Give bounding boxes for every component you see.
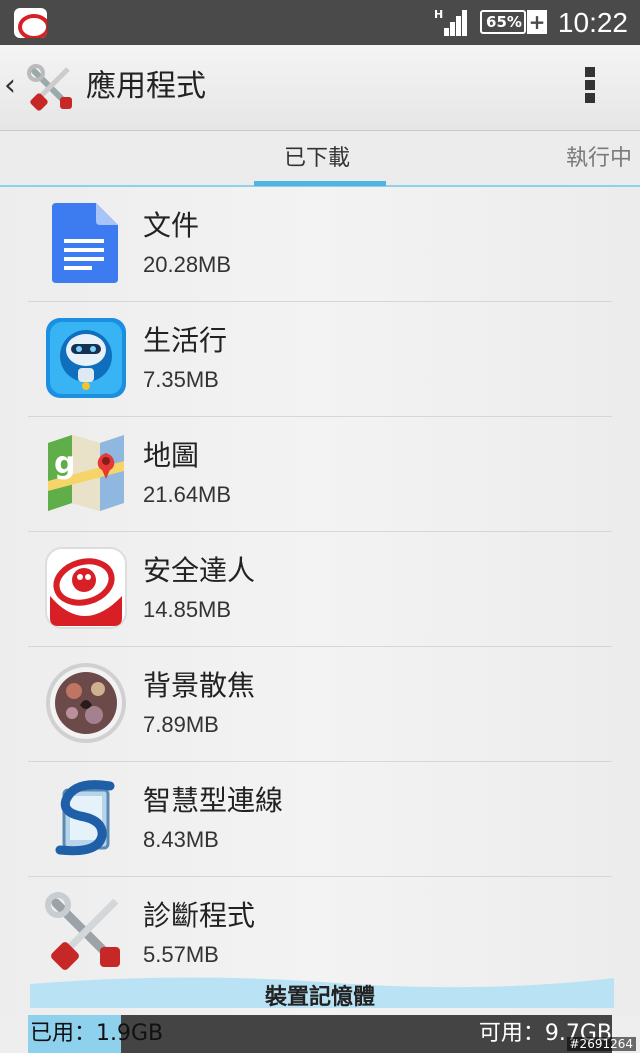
robot-icon (46, 318, 126, 398)
google-docs-icon (52, 203, 118, 283)
security-app-icon (45, 547, 127, 629)
list-item-maps[interactable]: g 地圖 21.64MB (0, 417, 640, 532)
app-size: 7.89MB (143, 712, 219, 737)
list-item-security[interactable]: 安全達人 14.85MB (0, 532, 640, 647)
app-name: 智慧型連線 (143, 784, 284, 817)
google-maps-icon: g (48, 435, 124, 511)
action-bar: ‹ 應用程式 (0, 45, 640, 131)
app-size: 7.35MB (143, 367, 219, 392)
page-title: 應用程式 (86, 69, 206, 104)
signal-strength-icon: H (434, 8, 467, 36)
storage-label: 裝置記憶體 (264, 985, 375, 1010)
app-name: 背景散焦 (143, 669, 256, 702)
list-item-life[interactable]: 生活行 7.35MB (0, 302, 640, 417)
tab-indicator (254, 181, 386, 186)
overflow-menu-icon[interactable] (580, 65, 600, 111)
list-item-background-defocus[interactable]: 背景散焦 7.89MB (0, 647, 640, 762)
app-size: 20.28MB (143, 252, 232, 277)
app-size: 14.85MB (143, 597, 232, 622)
smart-connect-icon (55, 780, 115, 856)
list-item-smart-connect[interactable]: 智慧型連線 8.43MB (0, 762, 640, 877)
app-name: 文件 (143, 209, 200, 242)
security-app-notification-icon[interactable] (14, 8, 47, 38)
app-list[interactable]: 文件 20.28MB 生活行 7.35MB g 地圖 21.64MB 安全達人 … (0, 187, 640, 1017)
battery-percent: 65% (486, 13, 522, 31)
charging-icon: + (527, 10, 547, 34)
status-bar: H 65% + 10:22 (0, 0, 640, 45)
device-storage: 裝置記憶體 已用：1.9GB 可用：9.7GB (0, 960, 640, 1053)
clock: 10:22 (557, 7, 628, 38)
chevron-left-icon[interactable]: ‹ (4, 71, 24, 101)
tab-bar: 已下載 執行中 (0, 131, 640, 187)
network-type-label: H (434, 8, 443, 21)
app-name: 地圖 (143, 439, 200, 472)
battery-icon: 65% (480, 10, 526, 34)
tab-downloaded[interactable]: 已下載 (284, 145, 350, 173)
app-size: 8.43MB (143, 827, 219, 852)
tools-icon[interactable] (26, 63, 76, 113)
svg-text:g: g (54, 446, 75, 481)
list-item-docs[interactable]: 文件 20.28MB (0, 187, 640, 302)
app-name: 診斷程式 (143, 899, 256, 932)
app-name: 安全達人 (143, 554, 256, 587)
background-defocus-icon (46, 663, 126, 743)
app-size: 21.64MB (143, 482, 232, 507)
app-name: 生活行 (143, 324, 228, 357)
storage-used: 已用：1.9GB (30, 1021, 164, 1046)
watermark: #2691264 (566, 1037, 636, 1051)
tab-running[interactable]: 執行中 (566, 145, 632, 173)
